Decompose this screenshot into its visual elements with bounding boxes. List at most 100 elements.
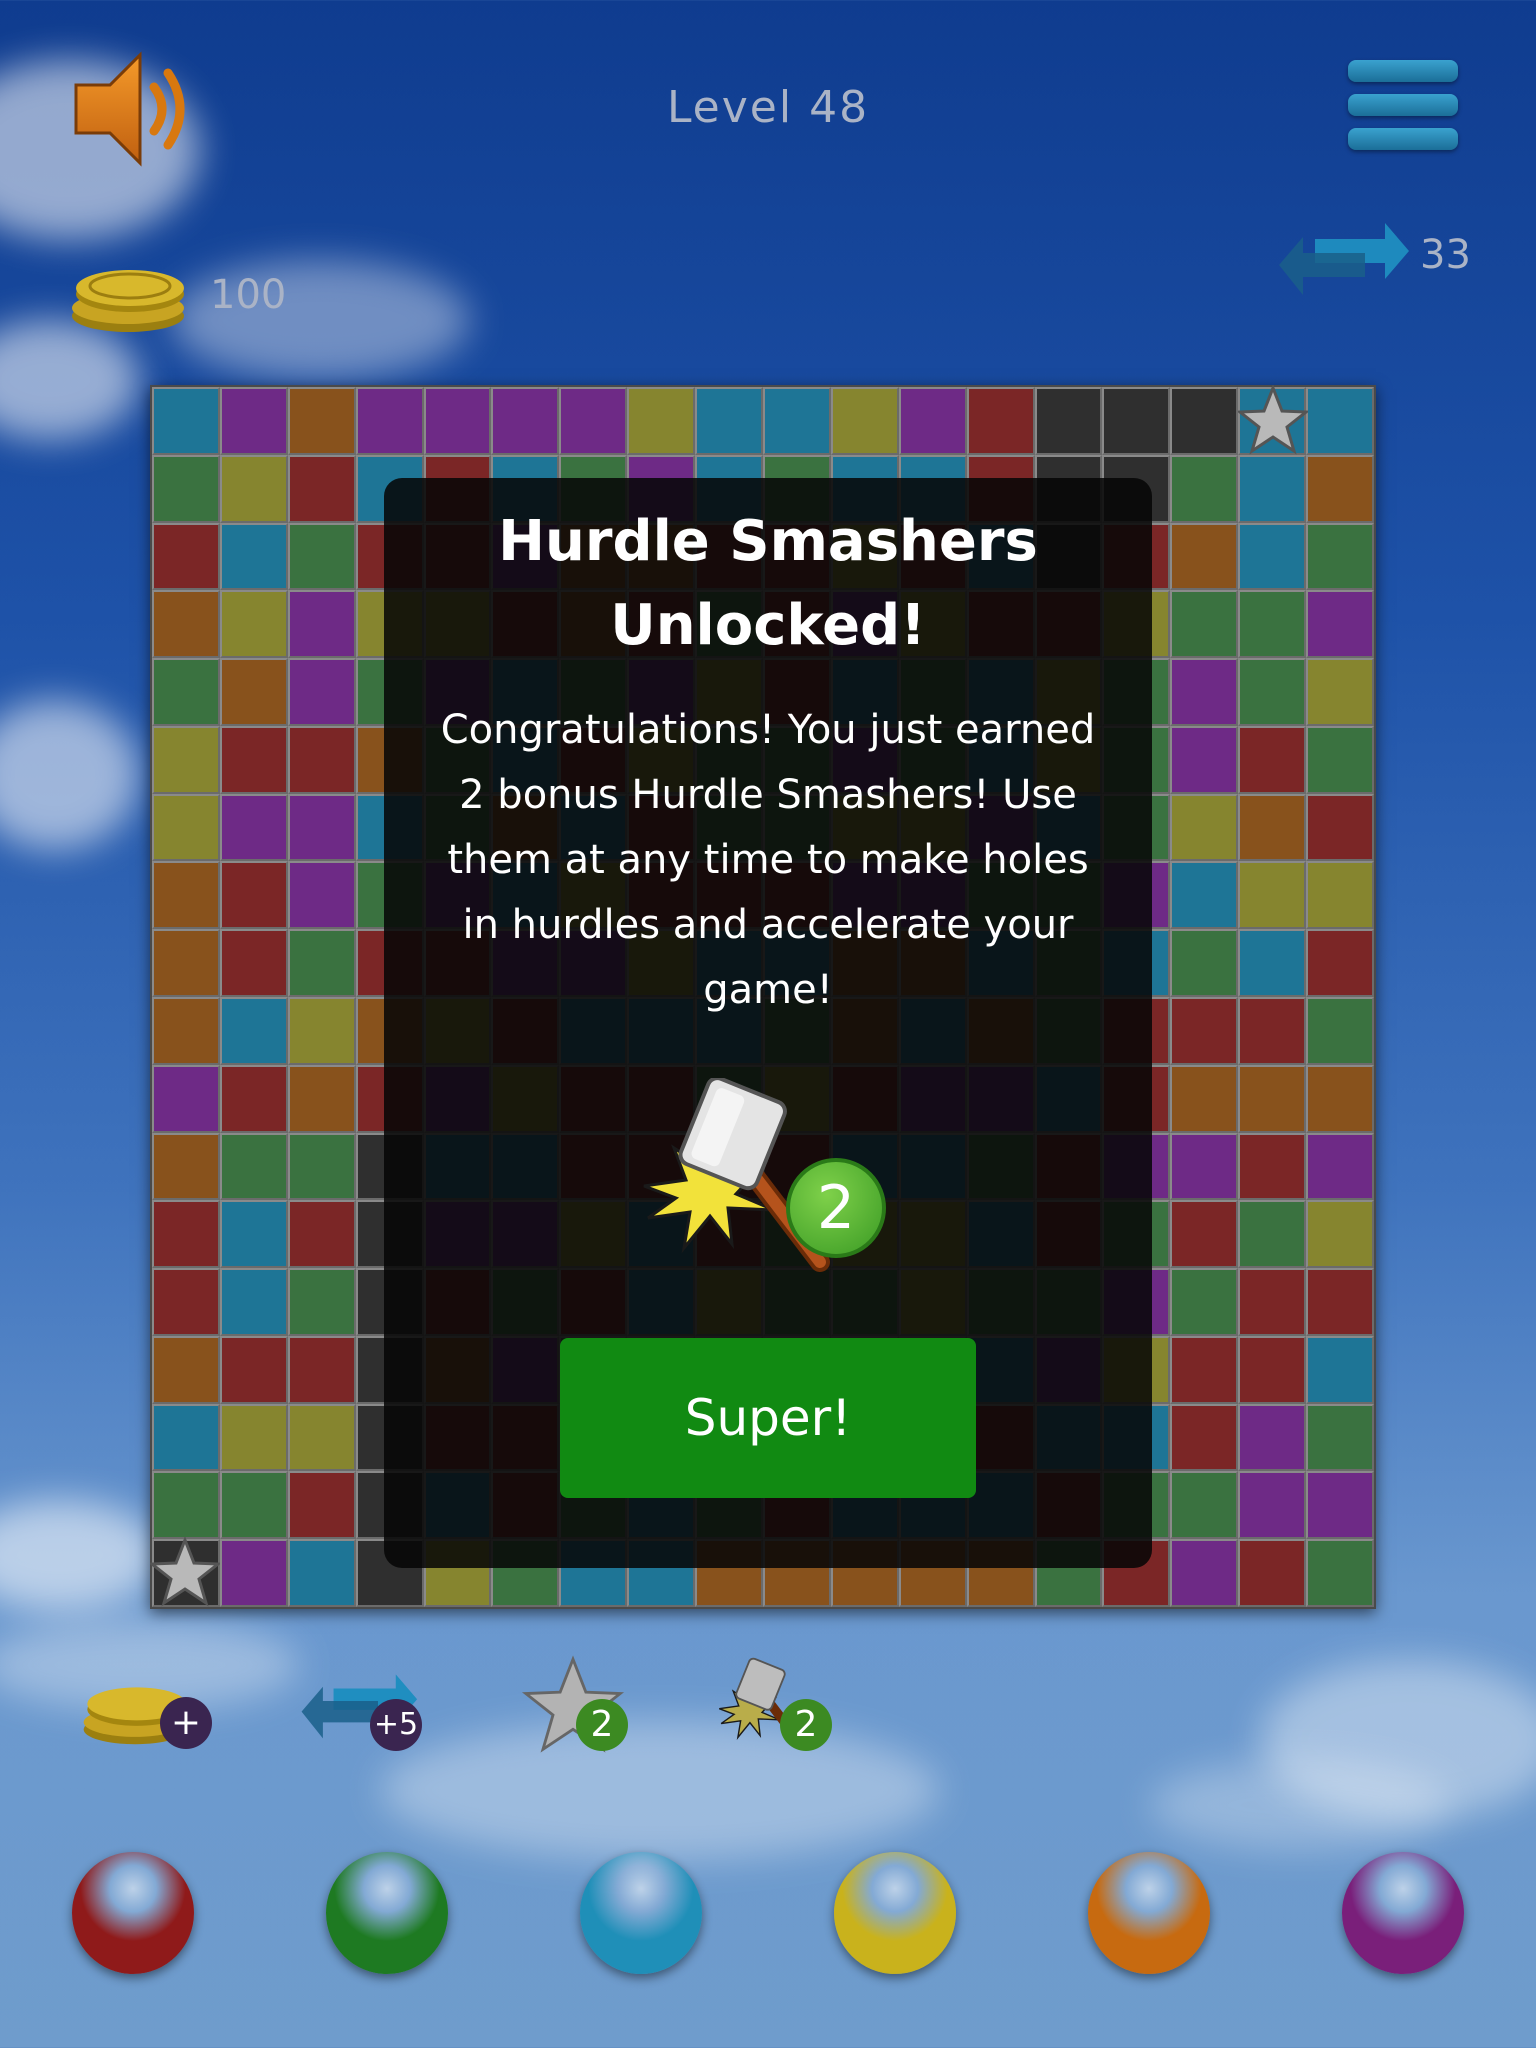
board-tile <box>287 1268 356 1336</box>
board-tile <box>152 1268 220 1336</box>
board-tile <box>219 1132 288 1201</box>
board-tile <box>152 454 220 523</box>
board-tile <box>1306 454 1374 523</box>
color-ball-yellow[interactable] <box>834 1852 956 1974</box>
dialog-title-line1: Hurdle Smashers <box>498 509 1038 574</box>
board-tile <box>287 1539 356 1607</box>
board-tile <box>219 929 288 997</box>
board-tile <box>287 590 356 659</box>
board-tile <box>1238 1403 1307 1472</box>
board-tile <box>152 1403 220 1472</box>
board-tile <box>1306 658 1374 726</box>
board-tile <box>219 1064 288 1133</box>
dialog-title: Hurdle Smashers Unlocked! <box>384 500 1152 668</box>
board-tile <box>1238 1132 1307 1201</box>
board-tile <box>287 1132 356 1201</box>
board-tile <box>627 387 696 455</box>
board-tile <box>152 1064 220 1133</box>
board-tile <box>287 658 356 726</box>
board-tile <box>287 861 356 930</box>
hammer-count-badge: 2 <box>780 1699 832 1751</box>
board-tile <box>152 1335 220 1404</box>
board-tile <box>219 387 288 455</box>
board-tile <box>1306 1403 1374 1472</box>
board-tile <box>1238 793 1307 862</box>
board-tile <box>491 387 560 455</box>
star-icon <box>1238 385 1308 455</box>
level-title: Level 48 <box>666 82 870 133</box>
board-tile <box>219 997 288 1065</box>
board-tile <box>1170 387 1239 455</box>
board-tile <box>219 861 288 930</box>
board-tile <box>1238 1335 1307 1404</box>
board-tile <box>287 997 356 1065</box>
board-tile <box>219 658 288 726</box>
buy-coins-button[interactable]: + <box>80 1655 212 1765</box>
board-tile <box>1238 1200 1307 1269</box>
super-button[interactable]: Super! <box>560 1338 976 1498</box>
board-tile <box>966 387 1035 455</box>
board-tile <box>423 387 492 455</box>
sound-button[interactable] <box>70 45 200 175</box>
color-ball-red[interactable] <box>72 1852 194 1974</box>
board-tile <box>695 387 763 455</box>
board-tile <box>1306 1064 1374 1133</box>
board-tile <box>1306 1335 1374 1404</box>
board-tile <box>1306 861 1374 930</box>
color-ball-blue[interactable] <box>580 1852 702 1974</box>
board-tile <box>1306 793 1374 862</box>
board-tile <box>219 1200 288 1269</box>
board-tile <box>1170 1268 1239 1336</box>
board-tile <box>1170 1539 1239 1607</box>
board-tile <box>152 1471 220 1540</box>
board-tile <box>1170 1200 1239 1269</box>
board-tile <box>1034 387 1103 455</box>
board-tile <box>287 1471 356 1540</box>
board-tile <box>287 1335 356 1404</box>
board-tile <box>1238 929 1307 997</box>
board-tile <box>152 793 220 862</box>
buy-moves-button[interactable]: +5 <box>298 1655 428 1765</box>
board-tile <box>1238 658 1307 726</box>
board-tile <box>287 929 356 997</box>
board-tile <box>1170 658 1239 726</box>
board-tile <box>219 1268 288 1336</box>
board-tile <box>1238 997 1307 1065</box>
board-tile <box>559 387 628 455</box>
board-tile <box>152 1132 220 1201</box>
board-tile <box>287 1200 356 1269</box>
board-tile <box>1170 522 1239 591</box>
board-tile <box>1306 1200 1374 1269</box>
board-tile <box>762 387 831 455</box>
board-tile <box>1306 1539 1374 1607</box>
board-tile <box>1306 929 1374 997</box>
speaker-icon <box>74 51 185 167</box>
board-tile <box>1170 1064 1239 1133</box>
color-ball-purple[interactable] <box>1342 1852 1464 1974</box>
board-tile <box>1170 590 1239 659</box>
menu-button[interactable] <box>1348 60 1458 152</box>
board-tile <box>219 725 288 794</box>
board-tile <box>219 1403 288 1472</box>
board-tile <box>152 522 220 591</box>
board-tile <box>287 1403 356 1472</box>
hammer-booster-button[interactable]: 2 <box>710 1655 840 1765</box>
board-tile <box>219 590 288 659</box>
board-tile <box>152 725 220 794</box>
color-ball-green[interactable] <box>326 1852 448 1974</box>
board-tile <box>219 522 288 591</box>
coin-stack-icon <box>72 270 184 332</box>
dialog-message: Congratulations! You just earned 2 bonus… <box>440 707 1096 1013</box>
star-booster-button[interactable]: 2 <box>518 1655 648 1765</box>
board-tile <box>152 997 220 1065</box>
board-tile <box>219 793 288 862</box>
board-tile <box>1306 725 1374 794</box>
board-tile <box>1238 454 1307 523</box>
board-tile <box>287 793 356 862</box>
board-tile <box>1170 997 1239 1065</box>
add-moves-badge: +5 <box>370 1699 422 1751</box>
unlock-dialog: Hurdle Smashers Unlocked! Congratulation… <box>384 478 1152 1568</box>
color-ball-orange[interactable] <box>1088 1852 1210 1974</box>
coin-count: 100 <box>210 272 287 318</box>
board-tile <box>219 454 288 523</box>
